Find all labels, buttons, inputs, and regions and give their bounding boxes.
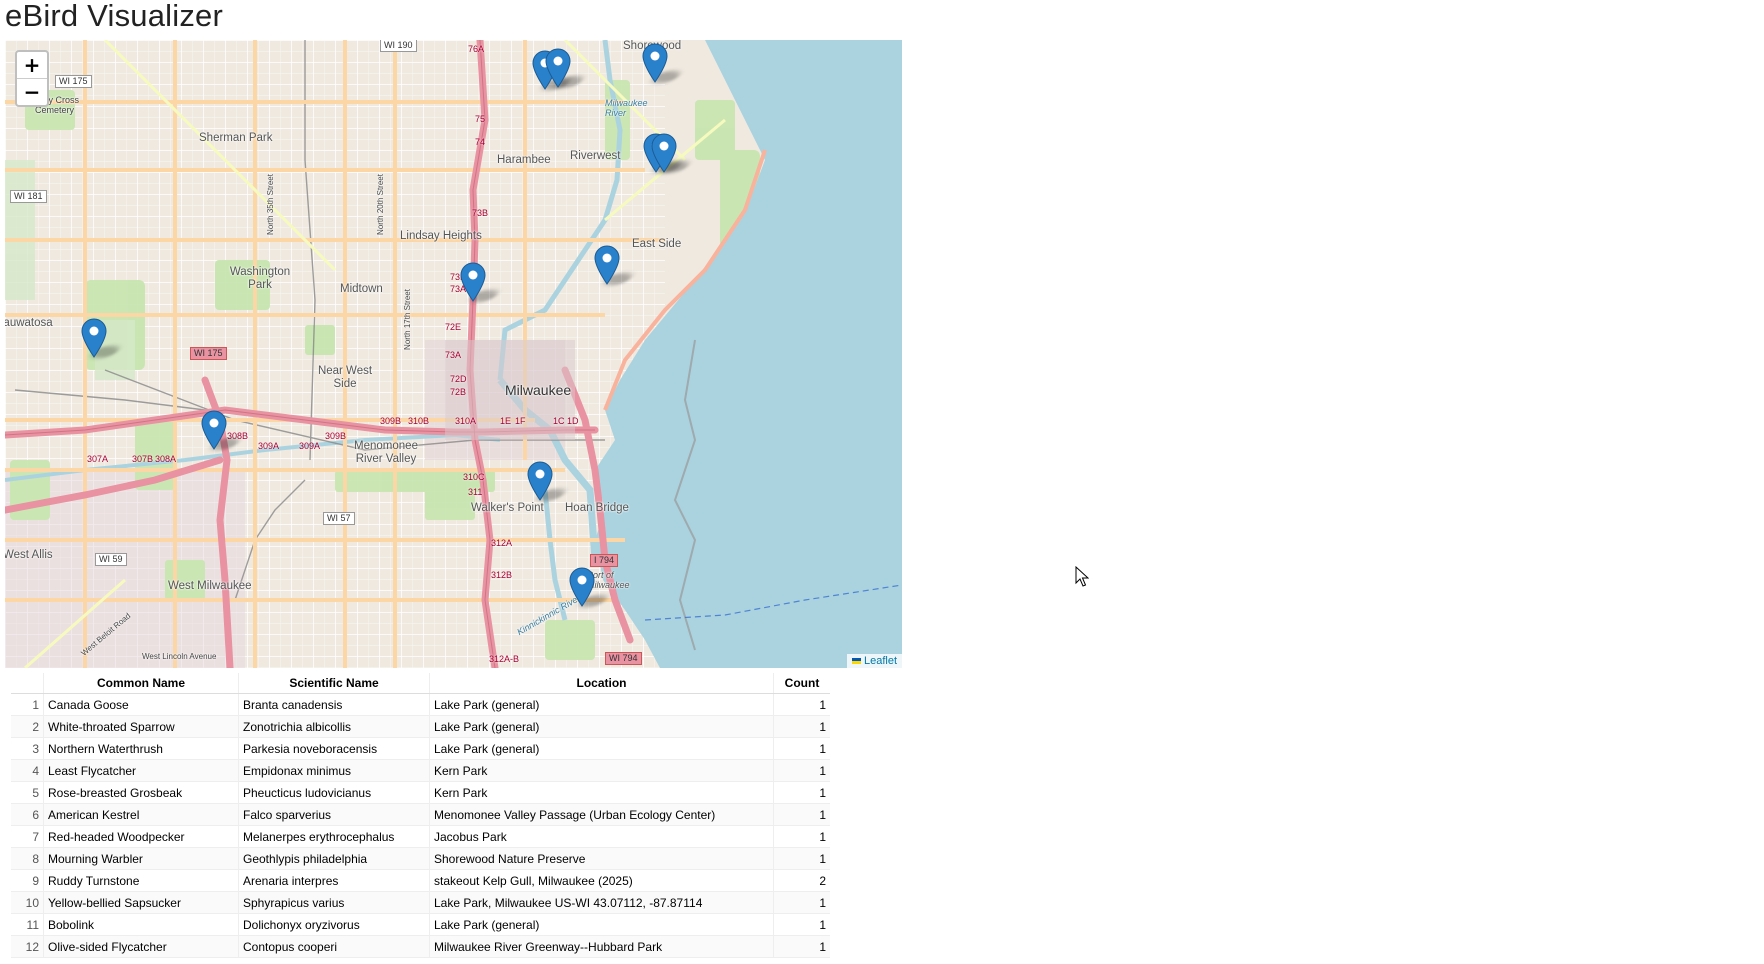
table-row[interactable]: 4 Least Flycatcher Empidonax minimus Kern P… (11, 759, 830, 782)
leaflet-link[interactable]: Leaflet (864, 655, 897, 667)
common-name-cell: Ruddy Turnstone (43, 869, 239, 892)
header-scientific-name[interactable]: Scientific Name (238, 673, 430, 694)
common-name-cell: Yellow-bellied Sapsucker (43, 891, 239, 914)
common-name-cell: Rose-breasted Grosbeak (43, 781, 239, 804)
scientific-name-cell: Sphyrapicus varius (238, 891, 430, 914)
map-attribution: Leaflet (846, 654, 902, 668)
common-name-cell: Mourning Warbler (43, 847, 239, 870)
count-cell: 1 (773, 891, 830, 914)
count-cell: 1 (773, 781, 830, 804)
location-cell: Kern Park (429, 781, 774, 804)
scientific-name-cell: Parkesia noveboracensis (238, 737, 430, 760)
mouse-cursor-icon (1075, 566, 1089, 587)
scientific-name-cell: Pheucticus ludovicianus (238, 781, 430, 804)
common-name-cell: Northern Waterthrush (43, 737, 239, 760)
table-row[interactable]: 3 Northern Waterthrush Parkesia noveborace… (11, 737, 830, 760)
table-row[interactable]: 1 Canada Goose Branta canadensis Lake Park … (11, 693, 830, 716)
row-index: 10 (11, 891, 44, 914)
count-cell: 1 (773, 715, 830, 738)
table-row[interactable]: 9 Ruddy Turnstone Arenaria interpres stakeo… (11, 869, 830, 892)
location-cell: Menomonee Valley Passage (Urban Ecology … (429, 803, 774, 826)
map-marker-pin-icon[interactable] (594, 245, 636, 285)
common-name-cell: Red-headed Woodpecker (43, 825, 239, 848)
row-index: 12 (11, 935, 44, 958)
count-cell: 1 (773, 913, 830, 936)
zoom-control: + − (15, 50, 49, 107)
location-cell: Lake Park (general) (429, 693, 774, 716)
row-index: 8 (11, 847, 44, 870)
map-tiles[interactable] (5, 40, 902, 668)
table-row[interactable]: 10 Yellow-bellied Sapsucker Sphyrapicus va… (11, 891, 830, 914)
map-marker-pin-icon[interactable] (81, 318, 123, 358)
header-location[interactable]: Location (429, 673, 774, 694)
location-cell: Lake Park, Milwaukee US-WI 43.07112, -87… (429, 891, 774, 914)
count-cell: 1 (773, 693, 830, 716)
table-header-row: Common Name Scientific Name Location Cou… (11, 673, 830, 694)
count-cell: 1 (773, 803, 830, 826)
row-index: 11 (11, 913, 44, 936)
location-cell: Shorewood Nature Preserve (429, 847, 774, 870)
map-marker-pin-icon[interactable] (569, 567, 611, 607)
table-row[interactable]: 6 American Kestrel Falco sparverius Menomon… (11, 803, 830, 826)
table-row[interactable]: 8 Mourning Warbler Geothlypis philadelphia… (11, 847, 830, 870)
table-row[interactable]: 5 Rose-breasted Grosbeak Pheucticus ludovi… (11, 781, 830, 804)
common-name-cell: American Kestrel (43, 803, 239, 826)
count-cell: 2 (773, 869, 830, 892)
table-row[interactable]: 11 Bobolink Dolichonyx oryzivorus Lake Park… (11, 913, 830, 936)
table-row[interactable]: 2 White-throated Sparrow Zonotrichia albic… (11, 715, 830, 738)
common-name-cell: White-throated Sparrow (43, 715, 239, 738)
scientific-name-cell: Empidonax minimus (238, 759, 430, 782)
map-marker-pin-icon[interactable] (545, 48, 587, 88)
zoom-out-button[interactable]: − (17, 79, 47, 105)
map-marker-pin-icon[interactable] (651, 133, 693, 173)
common-name-cell: Bobolink (43, 913, 239, 936)
scientific-name-cell: Arenaria interpres (238, 869, 430, 892)
row-index: 7 (11, 825, 44, 848)
count-cell: 1 (773, 935, 830, 958)
observations-table: Common Name Scientific Name Location Cou… (11, 673, 830, 958)
row-index: 4 (11, 759, 44, 782)
count-cell: 1 (773, 847, 830, 870)
count-cell: 1 (773, 759, 830, 782)
table-row[interactable]: 7 Red-headed Woodpecker Melanerpes erythro… (11, 825, 830, 848)
header-common-name[interactable]: Common Name (43, 673, 239, 694)
location-cell: Kern Park (429, 759, 774, 782)
scientific-name-cell: Melanerpes erythrocephalus (238, 825, 430, 848)
row-index: 6 (11, 803, 44, 826)
row-index: 5 (11, 781, 44, 804)
scientific-name-cell: Branta canadensis (238, 693, 430, 716)
map-marker-pin-icon[interactable] (527, 461, 569, 501)
location-cell: Lake Park (general) (429, 913, 774, 936)
count-cell: 1 (773, 737, 830, 760)
row-index: 9 (11, 869, 44, 892)
row-index: 3 (11, 737, 44, 760)
scientific-name-cell: Geothlypis philadelphia (238, 847, 430, 870)
map-marker-pin-icon[interactable] (642, 43, 684, 83)
table-row[interactable]: 12 Olive-sided Flycatcher Contopus cooperi… (11, 935, 830, 958)
ukraine-flag-icon (851, 658, 861, 665)
scientific-name-cell: Falco sparverius (238, 803, 430, 826)
scientific-name-cell: Contopus cooperi (238, 935, 430, 958)
location-cell: Jacobus Park (429, 825, 774, 848)
map[interactable]: Shorewood Holy Cross Cemetery Sherman Pa… (5, 40, 902, 668)
count-cell: 1 (773, 825, 830, 848)
header-count[interactable]: Count (773, 673, 830, 694)
location-cell: Milwaukee River Greenway--Hubbard Park (429, 935, 774, 958)
scientific-name-cell: Dolichonyx oryzivorus (238, 913, 430, 936)
zoom-in-button[interactable]: + (17, 52, 47, 79)
row-index: 2 (11, 715, 44, 738)
map-marker-pin-icon[interactable] (201, 410, 243, 450)
map-marker-pin-icon[interactable] (460, 262, 502, 302)
location-cell: Lake Park (general) (429, 737, 774, 760)
scientific-name-cell: Zonotrichia albicollis (238, 715, 430, 738)
common-name-cell: Olive-sided Flycatcher (43, 935, 239, 958)
page-title: eBird Visualizer (5, 0, 224, 33)
location-cell: Lake Park (general) (429, 715, 774, 738)
location-cell: stakeout Kelp Gull, Milwaukee (2025) (429, 869, 774, 892)
row-index: 1 (11, 693, 44, 716)
common-name-cell: Canada Goose (43, 693, 239, 716)
header-index (11, 673, 44, 694)
common-name-cell: Least Flycatcher (43, 759, 239, 782)
